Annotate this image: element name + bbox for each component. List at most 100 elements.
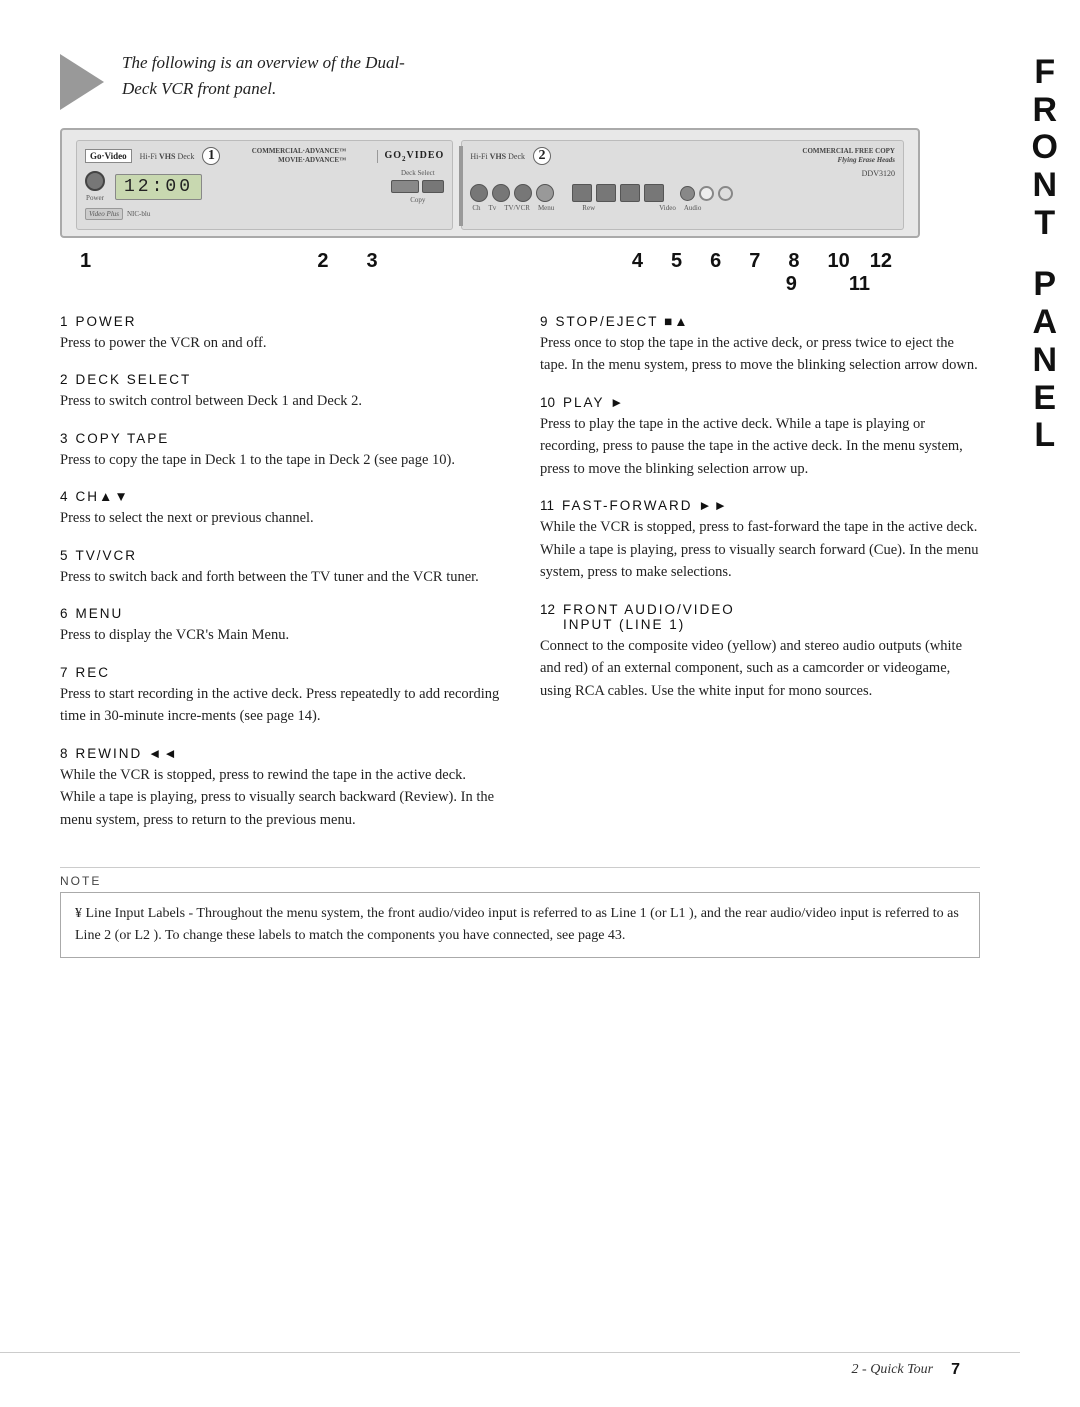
num-10: 10 [828, 250, 850, 273]
item-9: 9 STOP/EJECT ■▲ Press once to stop the t… [540, 314, 980, 377]
item-8-num: 8 [60, 746, 68, 761]
item-2-title: DECK SELECT [76, 372, 192, 387]
power-button[interactable] [85, 171, 105, 191]
item-6-num: 6 [60, 606, 68, 621]
btn-ch-down[interactable] [470, 184, 488, 202]
item-5-num: 5 [60, 548, 68, 563]
item-12-num: 12 [540, 602, 555, 617]
num-11: 11 [849, 273, 870, 296]
deck2-model: DDV3120 [470, 169, 895, 178]
vcr-diagram: Go·Video Hi-Fi VHS Deck 1 COMMERCIAL·ADV… [60, 128, 920, 238]
btn-tv-vcr[interactable] [514, 184, 532, 202]
btn-audio-l[interactable] [699, 186, 714, 201]
footer-text: 2 - Quick Tour [852, 1362, 934, 1378]
item-7-title: REC [76, 665, 111, 680]
num-3: 3 [367, 250, 378, 273]
item-6: 6 MENU Press to display the VCR's Main M… [60, 606, 500, 646]
item-7-num: 7 [60, 665, 68, 680]
item-5: 5 TV/VCR Press to switch back and forth … [60, 548, 500, 588]
deck1-advance: COMMERCIAL·ADVANCE™MOVIE·ADVANCE™ [252, 147, 346, 165]
item-2-num: 2 [60, 372, 68, 387]
diagram-numbers-row2: 9 11 [60, 273, 920, 304]
right-column: 9 STOP/EJECT ■▲ Press once to stop the t… [540, 314, 980, 849]
item-11: 11 FAST-FORWARD ►► While the VCR is stop… [540, 498, 980, 583]
item-11-num: 11 [540, 498, 554, 513]
item-3-num: 3 [60, 431, 68, 446]
side-title-letter-p: P [1033, 267, 1056, 303]
item-4: 4 CH▲▼ Press to select the next or previ… [60, 489, 500, 529]
item-12-title: FRONT AUDIO/VIDEOINPUT (LINE 1) [563, 602, 735, 632]
item-6-body: Press to display the VCR's Main Menu. [60, 624, 500, 646]
num-7: 7 [749, 250, 760, 273]
side-title-letter-a: A [1032, 305, 1057, 341]
item-12: 12 FRONT AUDIO/VIDEOINPUT (LINE 1) Conne… [540, 602, 980, 702]
item-11-title: FAST-FORWARD ►► [562, 498, 729, 513]
btn-audio-r[interactable] [718, 186, 733, 201]
play-triangle-icon [60, 54, 104, 110]
content-area: 1 POWER Press to power the VCR on and of… [60, 314, 980, 849]
side-title-letter-n2: N [1032, 343, 1057, 379]
item-6-title: MENU [76, 606, 124, 621]
item-5-title: TV/VCR [76, 548, 138, 563]
vcr-deck-2: Hi-Fi VHS Deck 2 COMMERCIAL FREE COPYFly… [461, 140, 904, 230]
item-10-body: Press to play the tape in the active dec… [540, 413, 980, 480]
vcr-deck-1: Go·Video Hi-Fi VHS Deck 1 COMMERCIAL·ADV… [76, 140, 453, 230]
item-10-num: 10 [540, 395, 555, 410]
item-9-title: STOP/EJECT ■▲ [556, 314, 690, 329]
copy-button[interactable] [422, 180, 444, 193]
intro-area: The following is an overview of the Dual… [60, 50, 1020, 110]
side-title-letter-e: E [1033, 381, 1056, 417]
note-box: ¥ Line Input Labels - Throughout the men… [60, 892, 980, 957]
note-label: NOTE [60, 874, 980, 888]
item-10: 10 PLAY ► Press to play the tape in the … [540, 395, 980, 480]
deck2-hifi: Hi-Fi VHS Deck [470, 152, 525, 161]
item-8-title: REWIND ◄◄ [76, 746, 179, 761]
footer-page-number: 7 [951, 1361, 960, 1379]
btn-play[interactable] [596, 184, 616, 202]
num-9: 9 [786, 273, 797, 296]
side-title-letter-o: O [1032, 130, 1058, 166]
btn-stop[interactable] [644, 184, 664, 202]
deck1-hifi: Hi-Fi VHS Deck [140, 152, 195, 161]
deck1-brand: Go·Video [85, 149, 132, 163]
side-title-letter-r: R [1032, 93, 1057, 129]
item-7-body: Press to start recording in the active d… [60, 683, 500, 728]
item-1: 1 POWER Press to power the VCR on and of… [60, 314, 500, 354]
item-9-num: 9 [540, 314, 548, 329]
item-12-body: Connect to the composite video (yellow) … [540, 635, 980, 702]
deck2-num: 2 [533, 147, 551, 165]
govideo-label: GO2VIDEO [377, 150, 444, 163]
item-2-body: Press to switch control between Deck 1 a… [60, 390, 500, 412]
footer: 2 - Quick Tour 7 [0, 1352, 1020, 1379]
side-title: F R O N T P A N E L [1032, 55, 1058, 454]
num-12: 12 [870, 250, 892, 273]
num-8: 8 [788, 250, 799, 273]
num-4: 4 [632, 250, 643, 273]
item-3-body: Press to copy the tape in Deck 1 to the … [60, 449, 500, 471]
item-8-body: While the VCR is stopped, press to rewin… [60, 764, 500, 831]
item-10-title: PLAY ► [563, 395, 625, 410]
deck2-buttons [470, 184, 895, 202]
item-4-num: 4 [60, 489, 68, 504]
btn-ff[interactable] [620, 184, 640, 202]
side-title-letter-t: T [1034, 206, 1055, 242]
item-1-body: Press to power the VCR on and off. [60, 332, 500, 354]
btn-rew[interactable] [572, 184, 592, 202]
side-title-letter-n: N [1032, 168, 1057, 204]
item-5-body: Press to switch back and forth between t… [60, 566, 500, 588]
diagram-numbers: 1 2 3 4 5 6 7 8 10 12 [60, 246, 920, 273]
btn-ch-up[interactable] [492, 184, 510, 202]
side-title-letter-l: L [1034, 418, 1055, 454]
item-3: 3 COPY TAPE Press to copy the tape in De… [60, 431, 500, 471]
btn-video-in[interactable] [680, 186, 695, 201]
btn-menu[interactable] [536, 184, 554, 202]
left-column: 1 POWER Press to power the VCR on and of… [60, 314, 500, 849]
deck1-num: 1 [202, 147, 220, 165]
deck-select-button[interactable] [391, 180, 419, 193]
num-2: 2 [317, 250, 328, 273]
item-1-num: 1 [60, 314, 68, 329]
item-4-body: Press to select the next or previous cha… [60, 507, 500, 529]
item-3-title: COPY TAPE [76, 431, 170, 446]
num-5: 5 [671, 250, 682, 273]
item-11-body: While the VCR is stopped, press to fast-… [540, 516, 980, 583]
